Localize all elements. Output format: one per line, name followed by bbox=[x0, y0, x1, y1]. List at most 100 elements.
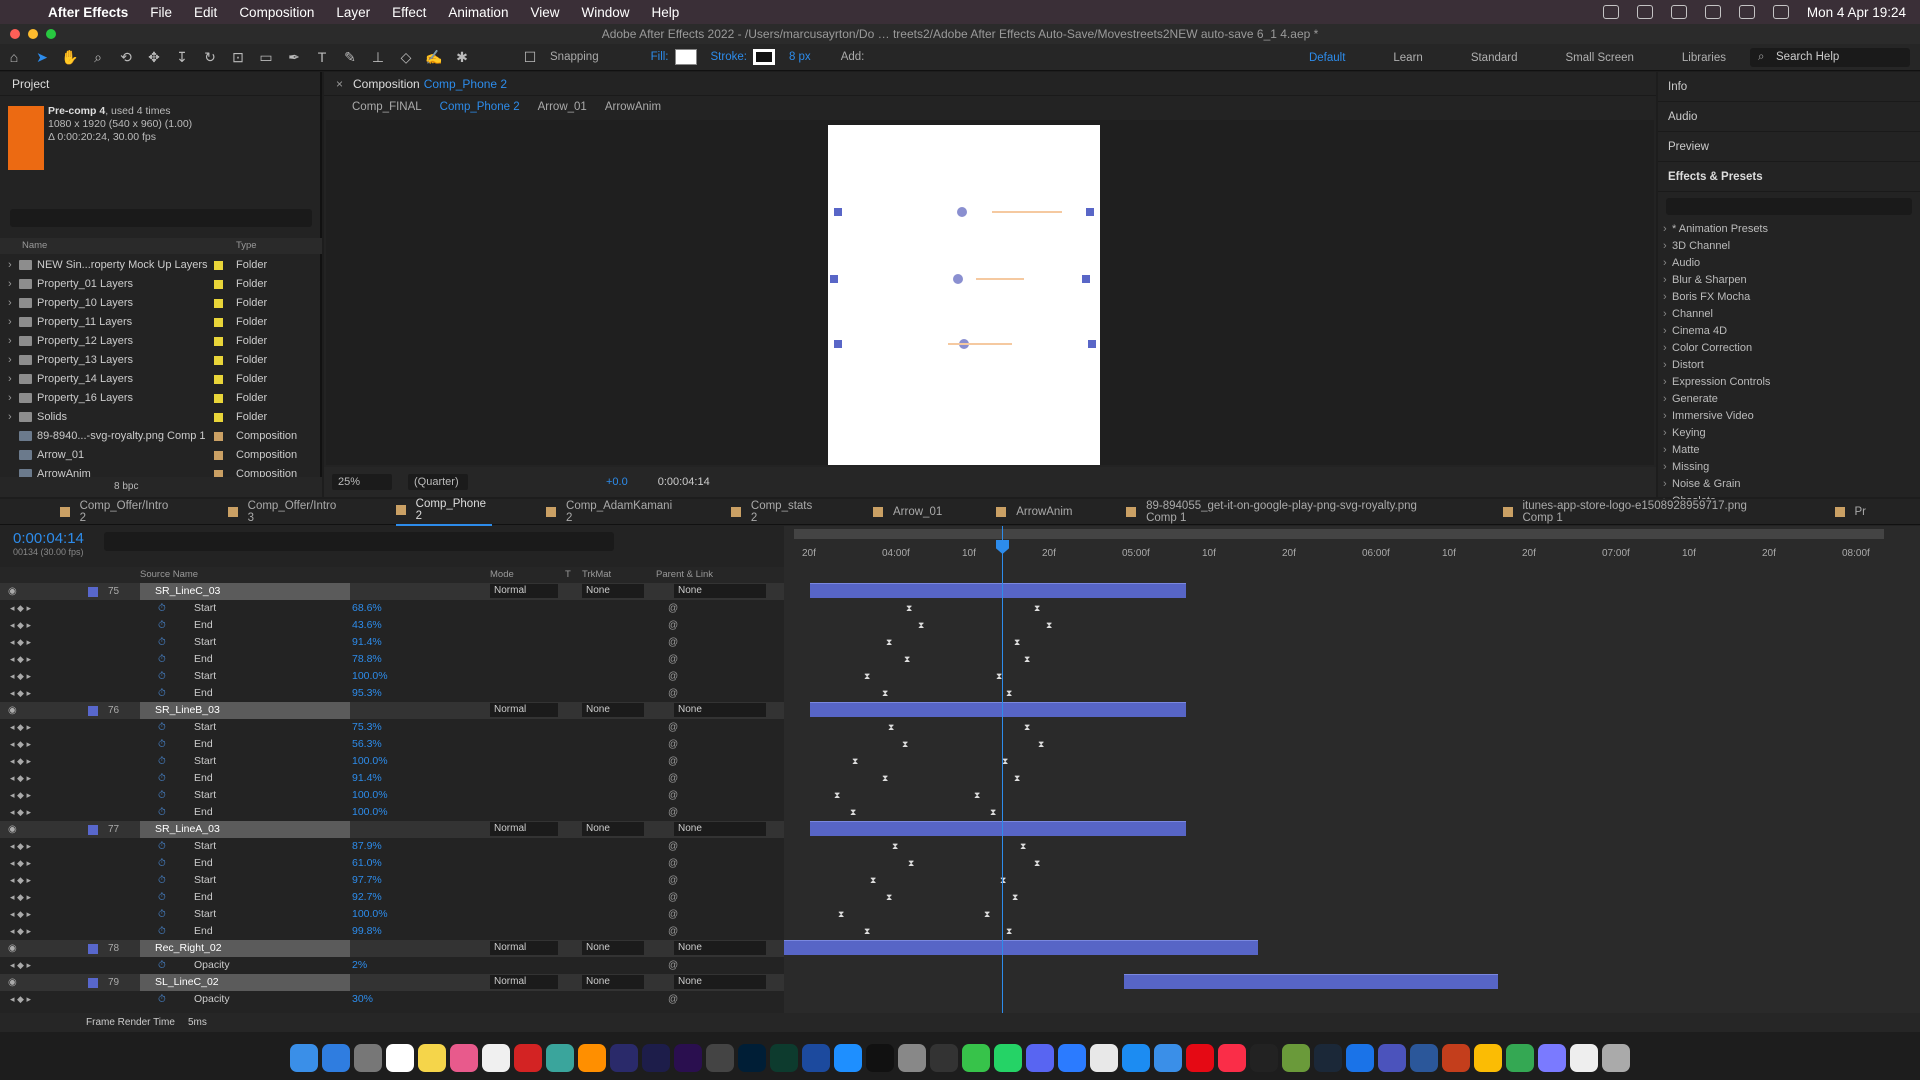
keyframe-marker[interactable]: ⧗ bbox=[834, 791, 841, 800]
keyframe-marker[interactable]: ⧗ bbox=[870, 876, 877, 885]
label-color[interactable] bbox=[214, 261, 223, 270]
control-center-icon[interactable] bbox=[1772, 5, 1789, 19]
property-row[interactable]: ◂ ◆ ▸ ⏱ Start 91.4% @ bbox=[0, 634, 784, 651]
pick-whip-icon[interactable]: @ bbox=[668, 906, 678, 923]
layer-row[interactable]: ◉75★SR_LineC_03NormalNoneNone bbox=[0, 583, 784, 600]
crumb-arrowanim[interactable]: ArrowAnim bbox=[605, 101, 661, 113]
property-value[interactable]: 56.3% bbox=[352, 736, 382, 753]
siri-dock-icon[interactable] bbox=[1538, 1044, 1566, 1072]
pick-whip-icon[interactable]: @ bbox=[668, 719, 678, 736]
label-color[interactable] bbox=[214, 318, 223, 327]
chrome-dock-icon[interactable] bbox=[1474, 1044, 1502, 1072]
layer-label-color[interactable] bbox=[88, 978, 98, 988]
hand-tool-icon[interactable]: ✋ bbox=[61, 48, 79, 66]
brush-tool-icon[interactable]: ✎ bbox=[341, 48, 359, 66]
search-icon[interactable] bbox=[1738, 5, 1755, 19]
layer-row[interactable]: ◉78★Rec_Right_02NormalNoneNone bbox=[0, 940, 784, 957]
keyframe-marker[interactable]: ⧗ bbox=[882, 774, 889, 783]
keyframe-nav-icon[interactable]: ◂ ◆ ▸ bbox=[10, 957, 31, 974]
help-dock-icon[interactable] bbox=[706, 1044, 734, 1072]
stopwatch-icon[interactable]: ⏱ bbox=[158, 685, 166, 702]
stopwatch-icon[interactable]: ⏱ bbox=[158, 889, 166, 906]
menu-help[interactable]: Help bbox=[652, 5, 680, 20]
timeline-tab[interactable]: Comp_Phone 2 bbox=[396, 498, 493, 526]
property-value[interactable]: 68.6% bbox=[352, 600, 382, 617]
painter-dock-icon[interactable] bbox=[770, 1044, 798, 1072]
menu-effect[interactable]: Effect bbox=[392, 5, 426, 20]
timeline-tab[interactable]: Comp_AdamKamani 2 bbox=[546, 500, 677, 524]
track-matte-select[interactable]: None bbox=[582, 584, 644, 598]
label-color[interactable] bbox=[214, 337, 223, 346]
apple-menu-icon[interactable] bbox=[16, 3, 34, 21]
fill-swatch[interactable] bbox=[674, 49, 697, 65]
layer-name[interactable]: SR_LineC_03 bbox=[140, 583, 350, 600]
orbit-tool-icon[interactable]: ⟲ bbox=[117, 48, 135, 66]
property-row[interactable]: ◂ ◆ ▸ ⏱ Start 100.0% @ bbox=[0, 906, 784, 923]
keyframe-nav-icon[interactable]: ◂ ◆ ▸ bbox=[10, 617, 31, 634]
blend-mode-select[interactable]: Normal bbox=[490, 703, 558, 717]
netflix-dock-icon[interactable] bbox=[1186, 1044, 1214, 1072]
parent-select[interactable]: None bbox=[674, 822, 766, 836]
after-effects-dock-icon[interactable] bbox=[610, 1044, 638, 1072]
workspace-default[interactable]: Default bbox=[1309, 52, 1345, 64]
property-row[interactable]: ◂ ◆ ▸ ⏱ End 43.6% @ bbox=[0, 617, 784, 634]
property-row[interactable]: ◂ ◆ ▸ ⏱ Start 75.3% @ bbox=[0, 719, 784, 736]
maya-dock-icon[interactable] bbox=[546, 1044, 574, 1072]
comp-timecode[interactable]: 0:00:04:14 bbox=[658, 476, 710, 488]
keyframe-marker[interactable]: ⧗ bbox=[1006, 927, 1013, 936]
hdr-source-name[interactable]: Source Name bbox=[140, 567, 198, 583]
timeline-tab[interactable]: Comp_stats 2 bbox=[731, 500, 819, 524]
keyframe-marker[interactable]: ⧗ bbox=[1038, 740, 1045, 749]
crumb-arrow[interactable]: Arrow_01 bbox=[538, 101, 587, 113]
keyframe-marker[interactable]: ⧗ bbox=[904, 655, 911, 664]
label-color[interactable] bbox=[214, 280, 223, 289]
pick-whip-icon[interactable]: @ bbox=[668, 753, 678, 770]
parent-select[interactable]: None bbox=[674, 584, 766, 598]
property-row[interactable]: ◂ ◆ ▸ ⏱ Opacity 2% @ bbox=[0, 957, 784, 974]
finder-dock-icon[interactable] bbox=[290, 1044, 318, 1072]
notes-dock-icon[interactable] bbox=[418, 1044, 446, 1072]
stopwatch-icon[interactable]: ⏱ bbox=[158, 855, 166, 872]
pick-whip-icon[interactable]: @ bbox=[668, 804, 678, 821]
volume-icon[interactable] bbox=[1670, 5, 1687, 19]
stopwatch-icon[interactable]: ⏱ bbox=[158, 957, 166, 974]
teams-dock-icon[interactable] bbox=[1378, 1044, 1406, 1072]
track-matte-select[interactable]: None bbox=[582, 822, 644, 836]
resolution-select[interactable]: (Quarter) bbox=[408, 474, 468, 490]
effect-category[interactable]: Audio bbox=[1658, 255, 1920, 272]
stroke-width[interactable]: 8 px bbox=[789, 51, 811, 63]
property-value[interactable]: 91.4% bbox=[352, 634, 382, 651]
project-row[interactable]: › Property_14 Layers Folder bbox=[0, 370, 305, 389]
keyframe-nav-icon[interactable]: ◂ ◆ ▸ bbox=[10, 719, 31, 736]
pick-whip-icon[interactable]: @ bbox=[668, 668, 678, 685]
messages-dock-icon[interactable] bbox=[962, 1044, 990, 1072]
visibility-eye-icon[interactable]: ◉ bbox=[8, 940, 17, 957]
stopwatch-icon[interactable]: ⏱ bbox=[158, 838, 166, 855]
layer-label-color[interactable] bbox=[88, 706, 98, 716]
workspace-small-screen[interactable]: Small Screen bbox=[1566, 52, 1634, 64]
wifi-icon[interactable] bbox=[1636, 5, 1653, 19]
workspace-standard[interactable]: Standard bbox=[1471, 52, 1518, 64]
expand-icon[interactable]: › bbox=[8, 408, 12, 427]
keyframe-marker[interactable]: ⧗ bbox=[974, 791, 981, 800]
safari-dock-icon[interactable] bbox=[834, 1044, 862, 1072]
keyframe-nav-icon[interactable]: ◂ ◆ ▸ bbox=[10, 753, 31, 770]
property-value[interactable]: 100.0% bbox=[352, 906, 388, 923]
keyframe-marker[interactable]: ⧗ bbox=[1006, 689, 1013, 698]
teamviewer-dock-icon[interactable] bbox=[1346, 1044, 1374, 1072]
layer-label-color[interactable] bbox=[88, 825, 98, 835]
col-name[interactable]: Name bbox=[22, 238, 47, 254]
property-value[interactable]: 100.0% bbox=[352, 668, 388, 685]
project-row[interactable]: › NEW Sin...roperty Mock Up Layers Folder bbox=[0, 256, 305, 275]
app-store-dock-icon[interactable] bbox=[1122, 1044, 1150, 1072]
effect-category[interactable]: Generate bbox=[1658, 391, 1920, 408]
stopwatch-icon[interactable]: ⏱ bbox=[158, 600, 166, 617]
property-row[interactable]: ◂ ◆ ▸ ⏱ End 56.3% @ bbox=[0, 736, 784, 753]
bit-depth[interactable]: 8 bpc bbox=[114, 477, 138, 497]
property-row[interactable]: ◂ ◆ ▸ ⏱ Start 87.9% @ bbox=[0, 838, 784, 855]
col-type[interactable]: Type bbox=[236, 238, 257, 254]
creative-cloud-icon[interactable] bbox=[1602, 5, 1619, 19]
cinema-4d-dock-icon[interactable] bbox=[802, 1044, 830, 1072]
visibility-eye-icon[interactable]: ◉ bbox=[8, 583, 17, 600]
powerpoint-dock-icon[interactable] bbox=[1442, 1044, 1470, 1072]
